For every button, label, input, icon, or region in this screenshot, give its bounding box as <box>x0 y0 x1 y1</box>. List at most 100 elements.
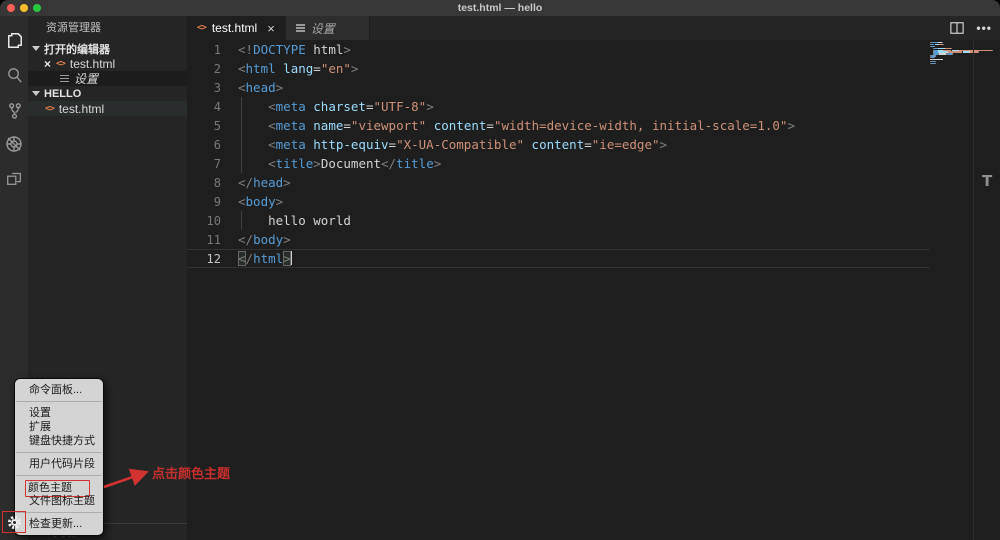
menu-item-generic[interactable]: 命令面板... <box>15 383 103 397</box>
indent-guide <box>241 154 242 173</box>
code-text: </head> <box>238 175 291 190</box>
token: < <box>238 80 246 95</box>
line-number: 6 <box>187 138 238 152</box>
code-text: hello world <box>238 213 351 228</box>
menu-item-color-theme[interactable]: 颜色主题 <box>15 480 103 494</box>
token: = <box>486 118 494 133</box>
file-label: test.html <box>70 57 115 71</box>
file-item-testhtml[interactable]: <> test.html <box>28 101 187 116</box>
token: </ <box>238 232 253 247</box>
line-number: 7 <box>187 157 238 171</box>
gear-context-menu: 命令面板... 设置扩展键盘快捷方式用户代码片段颜色主题文件图标主题检查更新... <box>14 378 104 536</box>
token: Document <box>321 156 381 171</box>
menu-item-generic[interactable]: 用户代码片段 <box>15 457 103 471</box>
code-text: <body> <box>238 194 283 209</box>
token <box>238 99 268 114</box>
token: > <box>283 175 291 190</box>
code-line[interactable]: 11</body> <box>187 230 930 249</box>
token: > <box>276 194 284 209</box>
token: head <box>246 80 276 95</box>
tab-close-icon[interactable]: × <box>267 21 275 36</box>
token <box>426 118 434 133</box>
menu-item-label: 检查更新... <box>29 518 82 530</box>
code-line[interactable]: 5 <meta name="viewport" content="width=d… <box>187 116 930 135</box>
zoom-window-button[interactable] <box>33 4 41 12</box>
traffic-lights <box>7 4 41 12</box>
settings-file-icon <box>296 23 305 34</box>
code-line[interactable]: 8</head> <box>187 173 930 192</box>
gear-icon[interactable] <box>4 513 24 531</box>
menu-item-generic[interactable]: 键盘快捷方式 <box>15 434 103 448</box>
chevron-down-icon <box>32 91 40 96</box>
code-line[interactable]: 2<html lang="en"> <box>187 59 930 78</box>
token: < <box>268 137 276 152</box>
token: </ <box>381 156 396 171</box>
menu-item-generic[interactable]: 文件图标主题 <box>15 494 103 508</box>
token: < <box>268 156 276 171</box>
indent-guide <box>241 135 242 154</box>
code-line[interactable]: 6 <meta http-equiv="X-UA-Compatible" con… <box>187 135 930 154</box>
close-icon[interactable]: × <box>44 59 51 69</box>
minimap-line <box>930 63 996 64</box>
code-text: <head> <box>238 80 283 95</box>
code-line[interactable]: 1<!DOCTYPE html> <box>187 40 930 59</box>
minimap-divider <box>973 40 974 540</box>
open-editor-item-testhtml[interactable]: × <> test.html <box>28 56 187 71</box>
line-number: 10 <box>187 214 238 228</box>
tab-label: test.html <box>212 21 257 35</box>
token <box>238 137 268 152</box>
menu-separator <box>16 475 102 476</box>
menu-item-generic[interactable]: 扩展 <box>15 420 103 434</box>
explorer-icon[interactable] <box>0 25 28 55</box>
token: charset <box>313 99 366 114</box>
editor-group: <> test.html × 设置 ••• 1<!DOCTYPE html>2<… <box>187 16 1000 540</box>
search-icon[interactable] <box>0 60 28 90</box>
token: < <box>238 251 246 266</box>
close-window-button[interactable] <box>7 4 15 12</box>
token: meta <box>276 118 306 133</box>
minimap[interactable] <box>930 42 996 65</box>
file-label: 设置 <box>74 70 98 87</box>
open-editor-item-settings[interactable]: 设置 <box>28 71 187 86</box>
menu-item-generic[interactable]: 检查更新... <box>15 517 103 531</box>
menu-item-label: 用户代码片段 <box>29 458 95 470</box>
debug-icon[interactable] <box>0 129 28 159</box>
token: title <box>276 156 314 171</box>
tab-settings[interactable]: 设置 <box>286 16 370 40</box>
line-number: 2 <box>187 62 238 76</box>
split-editor-icon[interactable] <box>950 21 964 35</box>
html-file-icon: <> <box>197 23 206 33</box>
extensions-icon[interactable] <box>0 163 28 193</box>
more-actions-icon[interactable]: ••• <box>976 21 992 35</box>
code-line[interactable]: 4 <meta charset="UTF-8"> <box>187 97 930 116</box>
code-area[interactable]: 1<!DOCTYPE html>2<html lang="en">3<head>… <box>187 40 930 268</box>
folder-header-hello[interactable]: HELLO <box>28 86 187 101</box>
menu-item-label: 键盘快捷方式 <box>29 435 95 447</box>
token: html <box>306 42 344 57</box>
text-cursor <box>291 251 293 265</box>
token: > <box>787 118 795 133</box>
code-line[interactable]: 10 hello world <box>187 211 930 230</box>
open-editors-header[interactable]: 打开的编辑器 <box>28 41 187 56</box>
source-control-icon[interactable] <box>0 95 28 125</box>
token: content <box>532 137 585 152</box>
code-text: <html lang="en"> <box>238 61 358 76</box>
code-text: <title>Document</title> <box>238 156 441 171</box>
annotation-arrow <box>98 462 154 494</box>
minimize-window-button[interactable] <box>20 4 28 12</box>
menu-item-generic[interactable]: 设置 <box>15 406 103 420</box>
folder-label: HELLO <box>44 88 81 100</box>
indent-guide <box>241 116 242 135</box>
token: html <box>246 61 276 76</box>
token: > <box>434 156 442 171</box>
code-line[interactable]: 9<body> <box>187 192 930 211</box>
open-editors-label: 打开的编辑器 <box>44 41 110 57</box>
line-number: 1 <box>187 43 238 57</box>
token: = <box>343 118 351 133</box>
code-line[interactable]: 3<head> <box>187 78 930 97</box>
tab-testhtml[interactable]: <> test.html × <box>187 16 286 40</box>
file-label: test.html <box>59 102 104 116</box>
indent-guide <box>241 211 242 230</box>
code-line[interactable]: 7 <title>Document</title> <box>187 154 930 173</box>
code-line[interactable]: 12</html> <box>187 249 930 268</box>
